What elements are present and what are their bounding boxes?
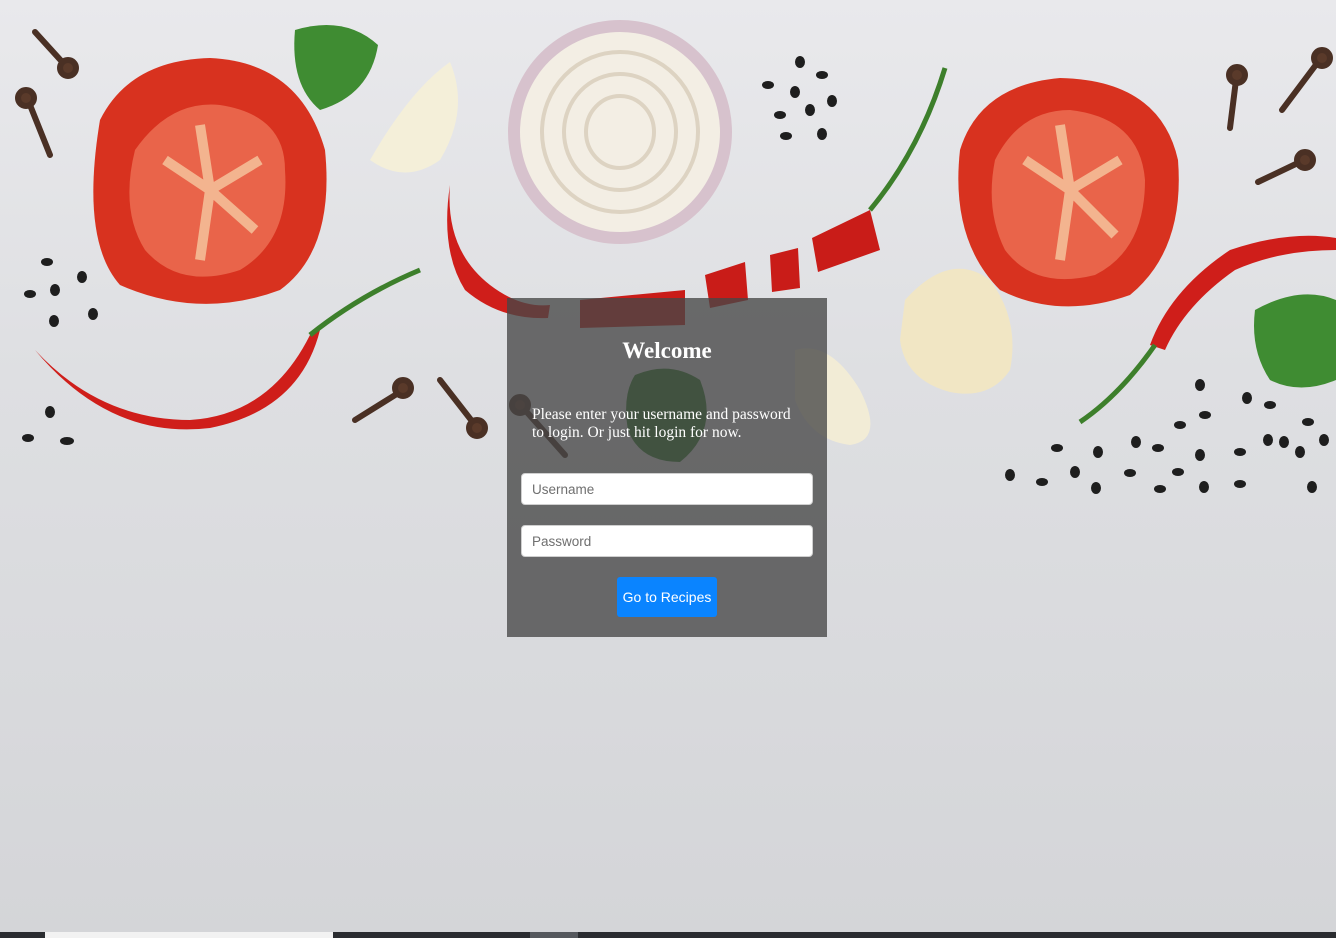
- bottom-thumbnail-2: [530, 932, 578, 938]
- garlic-bulb-icon: [900, 268, 1013, 394]
- bottom-thumbnail: [45, 932, 333, 938]
- password-input[interactable]: [521, 525, 813, 557]
- login-title: Welcome: [622, 338, 712, 363]
- bottom-strip: [0, 932, 1336, 938]
- tomato-slice-right-icon: [958, 78, 1179, 307]
- onion-slice-icon: [508, 20, 732, 244]
- username-input[interactable]: [521, 473, 813, 505]
- go-to-recipes-button[interactable]: Go to Recipes: [616, 577, 718, 617]
- chili-pepper-left-icon: [35, 330, 320, 430]
- login-page: Welcome Please enter your username and p…: [0, 0, 1336, 938]
- garlic-clove-icon: [370, 62, 458, 173]
- submit-wrap: Go to Recipes: [521, 577, 813, 617]
- basil-leaf-2-icon: [1254, 294, 1336, 388]
- tomato-slice-left-icon: [93, 58, 327, 304]
- basil-leaf-icon: [294, 25, 378, 110]
- login-panel: Welcome Please enter your username and p…: [507, 298, 827, 637]
- login-instructions: Please enter your username and password …: [532, 406, 791, 441]
